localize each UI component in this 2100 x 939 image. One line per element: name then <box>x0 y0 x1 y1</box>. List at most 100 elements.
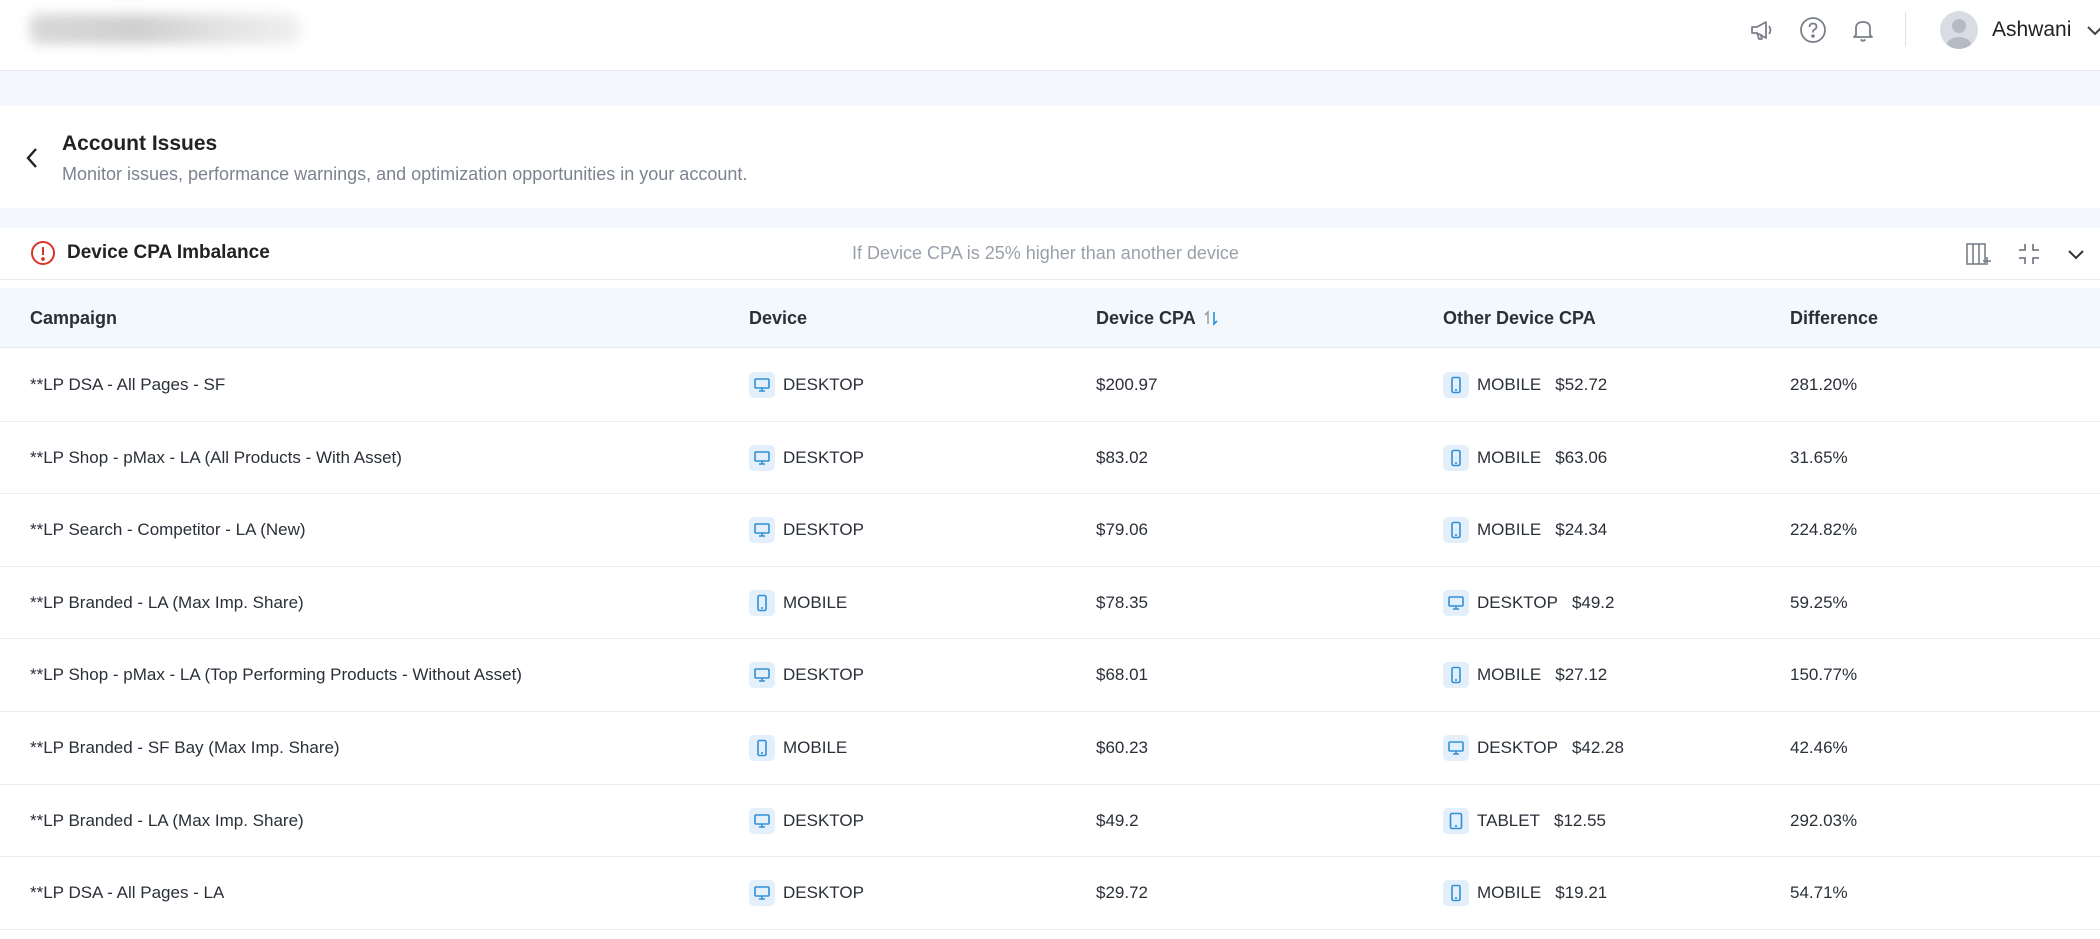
device-label: MOBILE <box>783 592 848 612</box>
device-label: DESKTOP <box>783 810 864 830</box>
mobile-icon <box>749 734 775 761</box>
device-cpa-value: $68.01 <box>1096 665 1148 685</box>
difference-value: 42.46% <box>1790 737 1848 757</box>
mobile-icon <box>1443 372 1469 398</box>
difference-value: 59.25% <box>1790 592 1848 612</box>
other-device-cpa-value: $52.72 <box>1555 375 1608 394</box>
other-device-cpa-value: $12.55 <box>1553 810 1606 830</box>
blurred-logo <box>30 14 300 44</box>
issue-title: Device CPA Imbalance <box>67 242 270 263</box>
other-device-cpa-value: $63.06 <box>1555 447 1608 467</box>
campaign-name: **LP Branded - LA (Max Imp. Share) <box>30 810 304 830</box>
column-campaign[interactable]: Campaign <box>30 288 117 348</box>
cell-other-device-cpa: MOBILE $27.12 <box>1443 639 1607 711</box>
cell-campaign: **LP DSA - All Pages - SF <box>30 349 225 421</box>
table-row[interactable]: **LP Shop - pMax - LA (All Products - Wi… <box>0 422 2100 495</box>
column-device[interactable]: Device <box>749 288 807 348</box>
cell-device-cpa: $83.02 <box>1096 422 1148 494</box>
mobile-icon <box>749 589 775 616</box>
cell-campaign: **LP Shop - pMax - LA (All Products - Wi… <box>30 422 402 494</box>
difference-value: 281.20% <box>1790 375 1858 394</box>
column-device-cpa[interactable]: Device CPA <box>1096 288 1220 348</box>
device-cpa-value: $49.2 <box>1096 810 1139 830</box>
cell-device: DESKTOP <box>749 857 864 929</box>
table-row[interactable]: **LP Search - Competitor - LA (New) DESKT… <box>0 494 2100 567</box>
other-device-label: MOBILE <box>1477 520 1542 540</box>
table-row[interactable]: **LP DSA - All Pages - LA DESKTOP $29.72 MO… <box>0 857 2100 930</box>
other-device-label: MOBILE <box>1477 447 1542 467</box>
campaign-name: **LP Shop - pMax - LA (All Products - Wi… <box>30 447 402 467</box>
sort-icon[interactable] <box>1202 309 1220 327</box>
cell-device: MOBILE <box>749 712 847 784</box>
column-difference[interactable]: Difference <box>1790 288 1878 348</box>
cell-difference: 224.82% <box>1790 494 1857 566</box>
device-label: DESKTOP <box>783 520 864 540</box>
other-device-cpa-value: $24.34 <box>1555 520 1608 540</box>
cell-other-device-cpa: DESKTOP $49.2 <box>1443 567 1614 639</box>
page-header: Account Issues Monitor issues, performan… <box>0 106 2100 208</box>
cell-difference: 42.46% <box>1790 712 1848 784</box>
cell-device-cpa: $79.06 <box>1096 494 1148 566</box>
cell-difference: 292.03% <box>1790 785 1857 857</box>
desktop-icon <box>749 662 775 689</box>
mobile-icon <box>1443 662 1469 689</box>
cell-device: DESKTOP <box>749 349 864 421</box>
cell-device-cpa: $78.35 <box>1096 567 1148 639</box>
table-row[interactable]: **LP Branded - LA (Max Imp. Share) DESKTO… <box>0 785 2100 858</box>
issue-panel: Device CPA Imbalance If Device CPA is 25… <box>0 228 2100 939</box>
other-device-cpa-value: $27.12 <box>1555 665 1608 685</box>
desktop-icon <box>749 807 775 834</box>
campaign-name: **LP DSA - All Pages - LA <box>30 883 225 903</box>
cell-device-cpa: $200.97 <box>1096 349 1157 421</box>
cell-campaign: **LP DSA - All Pages - LA <box>30 857 224 929</box>
other-device-cpa-value: $42.28 <box>1571 737 1624 757</box>
column-label: Device CPA <box>1096 307 1196 328</box>
other-device-cpa-value: $49.2 <box>1571 592 1615 612</box>
table-row[interactable]: **LP Branded - SF Bay (Max Imp. Share) MO… <box>0 712 2100 785</box>
user-menu[interactable]: Ashwani <box>1940 8 2100 52</box>
table-row[interactable]: **LP Branded - LA (Max Imp. Share) MOBILE… <box>0 567 2100 640</box>
collapse-icon[interactable] <box>2013 238 2045 270</box>
cell-device-cpa: $68.01 <box>1096 639 1148 711</box>
other-device-label: MOBILE <box>1477 665 1542 685</box>
difference-value: 224.82% <box>1790 520 1858 540</box>
page-subtitle: Monitor issues, performance warnings, an… <box>62 164 748 184</box>
bell-icon[interactable] <box>1847 14 1879 46</box>
cell-difference: 59.25% <box>1790 567 1848 639</box>
table-row[interactable]: **LP Shop - pMax - LA (Top Performing Pr… <box>0 639 2100 712</box>
mobile-icon <box>1443 517 1469 544</box>
table-row[interactable]: **LP DSA - All Pages - SF DESKTOP $200.97 M… <box>0 349 2100 422</box>
columns-icon[interactable] <box>1963 238 1995 270</box>
cell-other-device-cpa: TABLET $12.55 <box>1443 785 1606 857</box>
other-device-label: MOBILE <box>1477 375 1542 394</box>
cell-device-cpa: $60.23 <box>1096 712 1148 784</box>
other-device-label: TABLET <box>1477 810 1540 830</box>
cell-device: DESKTOP <box>749 639 864 711</box>
desktop-icon <box>749 444 775 471</box>
cell-device: MOBILE <box>749 567 847 639</box>
back-button[interactable] <box>20 142 44 174</box>
device-label: DESKTOP <box>783 883 864 903</box>
megaphone-icon[interactable] <box>1746 14 1778 46</box>
other-device-cpa-value: $19.21 <box>1555 883 1608 903</box>
cell-device: DESKTOP <box>749 422 864 494</box>
top-bar: Ashwani <box>0 0 2100 71</box>
cell-device: DESKTOP <box>749 785 864 857</box>
difference-value: 31.65% <box>1790 447 1848 467</box>
other-device-label: MOBILE <box>1477 883 1542 903</box>
cell-other-device-cpa: MOBILE $52.72 <box>1443 349 1607 421</box>
chevron-down-icon <box>2085 23 2100 37</box>
desktop-icon <box>749 517 775 544</box>
device-cpa-value: $29.72 <box>1096 883 1148 903</box>
help-icon[interactable] <box>1797 14 1829 46</box>
campaign-name: **LP Branded - SF Bay (Max Imp. Share) <box>30 737 340 757</box>
issue-description: If Device CPA is 25% higher than another… <box>852 243 1239 263</box>
cell-difference: 54.71% <box>1790 857 1848 929</box>
alert-circle-icon <box>30 240 56 266</box>
chevron-down-icon[interactable] <box>2060 238 2092 270</box>
avatar <box>1940 11 1978 49</box>
column-other-device-cpa[interactable]: Other Device CPA <box>1443 288 1596 348</box>
device-cpa-value: $83.02 <box>1096 447 1148 467</box>
mobile-icon <box>1443 444 1469 471</box>
cell-device-cpa: $29.72 <box>1096 857 1148 929</box>
